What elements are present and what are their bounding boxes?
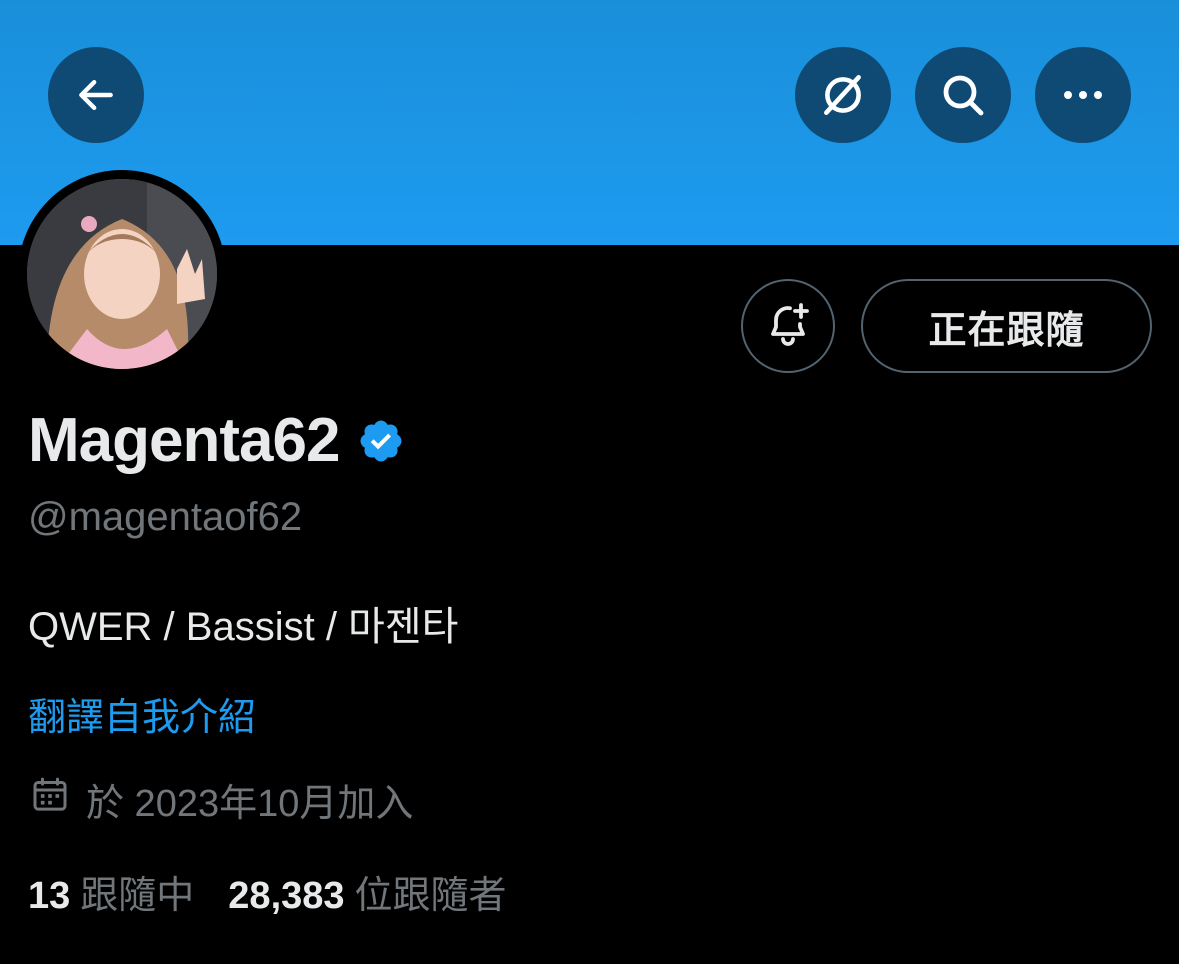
translate-bio-link[interactable]: 翻譯自我介紹 <box>28 686 256 741</box>
followers-stat[interactable]: 28,383 位跟隨者 <box>228 864 506 919</box>
profile-handle: @magentaof62 <box>28 495 303 539</box>
join-date-text: 於 2023年10月加入 <box>86 783 414 825</box>
grok-button[interactable] <box>795 47 891 143</box>
avatar[interactable] <box>18 170 226 378</box>
display-name: Magenta62 <box>28 406 340 475</box>
notifications-button[interactable] <box>741 279 835 373</box>
following-count: 13 <box>28 875 71 917</box>
join-date: 於 2023年10月加入 <box>30 772 413 827</box>
bell-plus-icon <box>764 300 812 353</box>
calendar-icon <box>30 775 86 825</box>
profile-bio: QWER / Bassist / 마젠타 <box>28 605 459 649</box>
followers-label: 位跟隨者 <box>354 875 507 917</box>
following-button[interactable]: 正在跟隨 <box>861 279 1152 373</box>
avatar-image <box>27 179 217 369</box>
back-button[interactable] <box>48 47 144 143</box>
arrow-left-icon <box>74 73 118 117</box>
more-icon <box>1059 71 1107 119</box>
verified-badge-icon[interactable] <box>357 417 405 470</box>
followers-count: 28,383 <box>228 875 345 917</box>
search-button[interactable] <box>915 47 1011 143</box>
following-stat[interactable]: 13 跟隨中 <box>28 864 194 919</box>
name-row: Magenta62 <box>28 405 405 476</box>
following-label: 跟隨中 <box>80 875 195 917</box>
more-button[interactable] <box>1035 47 1131 143</box>
profile-stats: 13 跟隨中 28,383 位跟隨者 <box>28 864 507 919</box>
grok-icon <box>818 70 868 120</box>
search-icon <box>939 71 987 119</box>
